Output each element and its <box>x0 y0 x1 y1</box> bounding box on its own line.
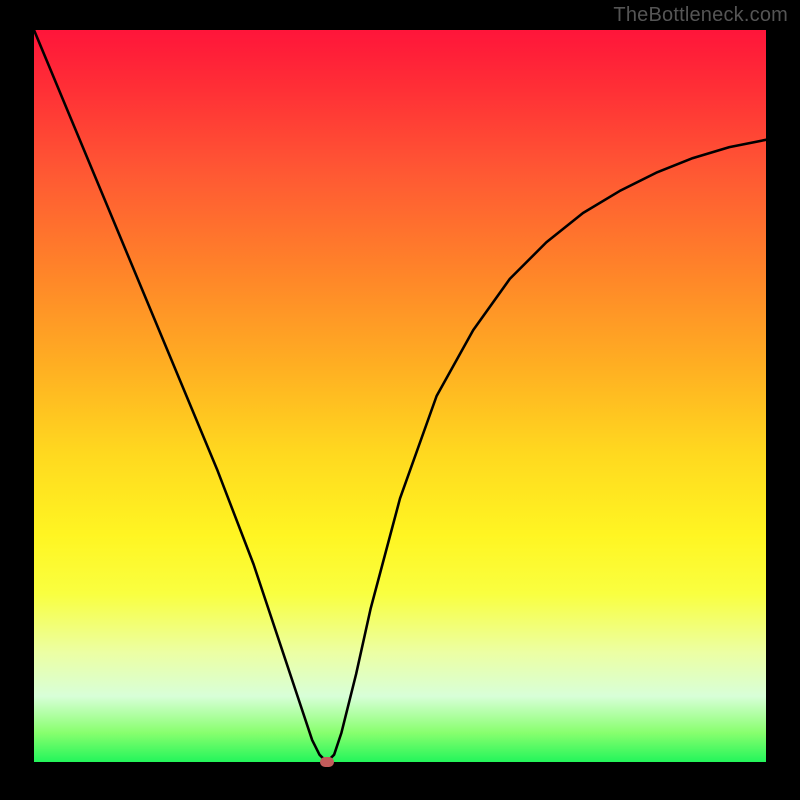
chart-plot-area <box>34 30 766 762</box>
watermark-text: TheBottleneck.com <box>613 4 788 27</box>
optimal-point-marker <box>320 757 334 767</box>
bottleneck-curve <box>34 30 766 762</box>
